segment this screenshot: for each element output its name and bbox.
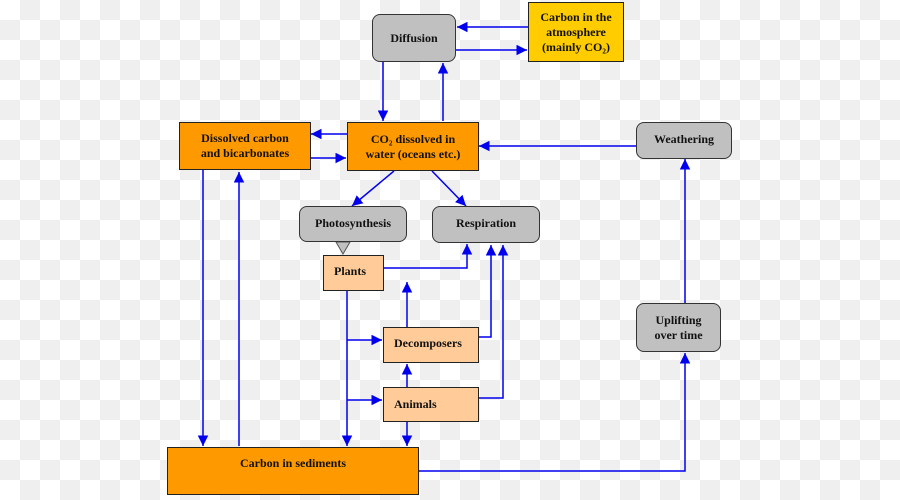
node-co2-water: CO₂ dissolved in water (oceans etc.) (347, 122, 479, 171)
uplifting-label-line2: over time (654, 327, 703, 342)
node-photosynthesis: Photosynthesis (299, 206, 407, 242)
edge-co2-water-to-respiration (431, 170, 467, 207)
node-photosynthesis-label: Photosynthesis (314, 216, 391, 230)
node-animals-label: Animals (394, 397, 437, 411)
co2-water-label-line1: CO₂ dissolved in (370, 131, 456, 146)
atmosphere-label-line2: atmosphere (546, 24, 606, 39)
node-plants-label: Plants (334, 264, 367, 278)
node-respiration: Respiration (432, 206, 540, 243)
carbon-cycle-diagram: Diffusion Carbon in the atmosphere (main… (0, 0, 900, 500)
node-respiration-label: Respiration (456, 216, 516, 230)
dissolved-carbon-label-line1: Dissolved carbon (201, 131, 289, 145)
diagram-connectors (197, 21, 691, 472)
edge-co2-water-to-photosynthesis (351, 170, 395, 207)
node-plants: Plants (323, 255, 384, 291)
node-sediments-label: Carbon in sediments (239, 456, 346, 470)
node-diffusion: Diffusion (372, 14, 456, 62)
node-dissolved-carbon: Dissolved carbon and bicarbonates (179, 122, 311, 170)
node-sediments: Carbon in sediments (167, 447, 419, 495)
co2-water-label-line2: water (oceans etc.) (365, 146, 461, 161)
node-decomposers-label: Decomposers (394, 336, 462, 350)
atmosphere-label-line1: Carbon in the (540, 9, 612, 24)
uplifting-label-line1: Uplifting (655, 312, 702, 327)
atmosphere-label-line3: (mainly CO₂) (542, 39, 610, 54)
edge-plants-to-respiration (383, 244, 473, 269)
node-weathering: Weathering (636, 122, 732, 159)
node-decomposers: Decomposers (383, 327, 479, 363)
dissolved-carbon-label-line2: and bicarbonates (200, 146, 290, 160)
edge-photosynthesis-to-plants (335, 241, 351, 255)
node-weathering-label: Weathering (654, 132, 714, 146)
node-dissolved-carbon-label: Dissolved carbon and bicarbonates (201, 131, 289, 161)
node-co2-water-label: CO₂ dissolved in water (oceans etc.) (366, 132, 461, 162)
node-uplifting-label: Uplifting over time (654, 313, 702, 343)
node-uplifting: Uplifting over time (636, 303, 721, 352)
edge-decomposers-to-respiration (479, 245, 497, 338)
node-animals: Animals (383, 387, 479, 422)
node-atmosphere-label: Carbon in the atmosphere (mainly CO₂) (540, 10, 611, 55)
node-diffusion-label: Diffusion (390, 30, 438, 45)
node-atmosphere: Carbon in the atmosphere (mainly CO₂) (528, 2, 624, 62)
